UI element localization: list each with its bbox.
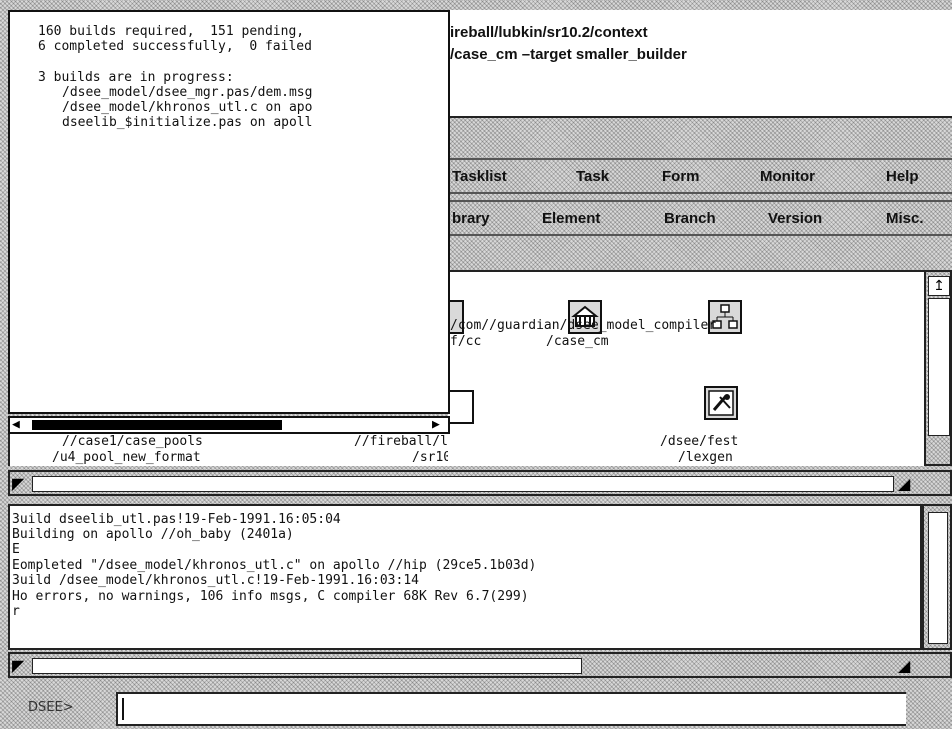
scroll-right-icon[interactable]: ◢ <box>898 656 910 675</box>
menu-tasklist[interactable]: Tasklist <box>452 168 507 185</box>
log-vscroll[interactable] <box>922 504 952 650</box>
menu-form[interactable]: Form <box>662 168 700 185</box>
list-item[interactable]: /dsee/fest <box>660 434 738 449</box>
in-progress-item: /dsee_model/dsee_mgr.pas/dem.msg <box>62 85 313 100</box>
log-line: 3uild dseelib_utl.pas!19-Feb-1991.16:05:… <box>12 512 341 527</box>
log-line: Building on apollo //oh_baby (2401a) <box>12 527 294 542</box>
scroll-right-icon[interactable]: ◢ <box>898 474 910 493</box>
scroll-right-icon[interactable]: ▶ <box>432 418 440 432</box>
text-cursor <box>122 698 124 720</box>
context-path: ireball/lubkin/sr10.2/context <box>450 24 648 41</box>
in-progress-heading: 3 builds are in progress: <box>38 70 234 85</box>
scroll-track[interactable] <box>928 298 950 436</box>
menubar-secondary: brary Element Branch Version Misc. <box>448 200 952 236</box>
popup-hscroll[interactable]: ◀ ▶ <box>8 416 450 434</box>
folder-icon[interactable] <box>448 390 474 424</box>
menu-help[interactable]: Help <box>886 168 919 185</box>
menu-element[interactable]: Element <box>542 210 600 227</box>
command-input[interactable] <box>116 692 906 726</box>
browser-path: /com//guardian/dsee_model_compiler <box>450 318 717 333</box>
menu-monitor[interactable]: Monitor <box>760 168 815 185</box>
build-summary-1: 160 builds required, 151 pending, <box>38 24 305 39</box>
log-line: Ho errors, no warnings, 106 info msgs, C… <box>12 589 529 604</box>
context-header: ireball/lubkin/sr10.2/context /case_cm –… <box>448 10 952 118</box>
browser-vscroll[interactable]: ↥ <box>924 270 952 466</box>
build-status-popup: 160 builds required, 151 pending, 6 comp… <box>8 10 450 414</box>
menu-library[interactable]: brary <box>452 210 490 227</box>
menu-version[interactable]: Version <box>768 210 822 227</box>
log-line: 3uild /dsee_model/khronos_utl.c!19-Feb-1… <box>12 573 419 588</box>
scroll-left-icon[interactable]: ◀ <box>12 418 20 432</box>
pool-list: //case1/case_pools //fireball/lubkin /u4… <box>8 434 448 466</box>
menu-misc[interactable]: Misc. <box>886 210 924 227</box>
tool-icon[interactable] <box>704 386 738 420</box>
scroll-track[interactable] <box>32 476 894 492</box>
list-item[interactable]: /sr10.2 <box>412 450 448 465</box>
scroll-left-icon[interactable]: ◤ <box>12 474 24 493</box>
scroll-thumb[interactable] <box>32 658 582 674</box>
menubar-primary: Tasklist Task Form Monitor Help <box>448 158 952 194</box>
log-line: r <box>12 604 20 619</box>
menu-task[interactable]: Task <box>576 168 609 185</box>
log-line: Eompleted "/dsee_model/khronos_utl.c" on… <box>12 558 537 573</box>
log-line: E <box>12 542 20 557</box>
build-target: /case_cm –target smaller_builder <box>450 46 687 63</box>
in-progress-item: /dsee_model/khronos_utl.c on apo <box>62 100 313 115</box>
pool-list-right: /dsee/fest /lexgen <box>448 434 924 466</box>
browser-hscroll[interactable]: ◤ ◢ <box>8 470 952 496</box>
build-log: 3uild dseelib_utl.pas!19-Feb-1991.16:05:… <box>8 504 922 650</box>
list-item[interactable]: /u4_pool_new_format <box>52 450 201 465</box>
build-summary-2: 6 completed successfully, 0 failed <box>38 39 312 54</box>
list-item[interactable]: /lexgen <box>678 450 733 465</box>
in-progress-item: dseelib_$initialize.pas on apoll <box>62 115 313 130</box>
scroll-track[interactable] <box>928 512 948 644</box>
popup-scroll-thumb[interactable] <box>32 420 282 430</box>
log-hscroll[interactable]: ◤ ◢ <box>8 652 952 678</box>
menu-branch[interactable]: Branch <box>664 210 716 227</box>
browser-label-case-cm: /case_cm <box>546 334 609 349</box>
scroll-left-icon[interactable]: ◤ <box>12 656 24 675</box>
list-item[interactable]: //fireball/lubkin <box>354 434 448 449</box>
command-prompt: DSEE> <box>28 700 74 715</box>
browser-label-cc: f/cc <box>450 334 482 349</box>
scroll-up-icon[interactable]: ↥ <box>928 276 950 296</box>
list-item[interactable]: //case1/case_pools <box>62 434 203 449</box>
